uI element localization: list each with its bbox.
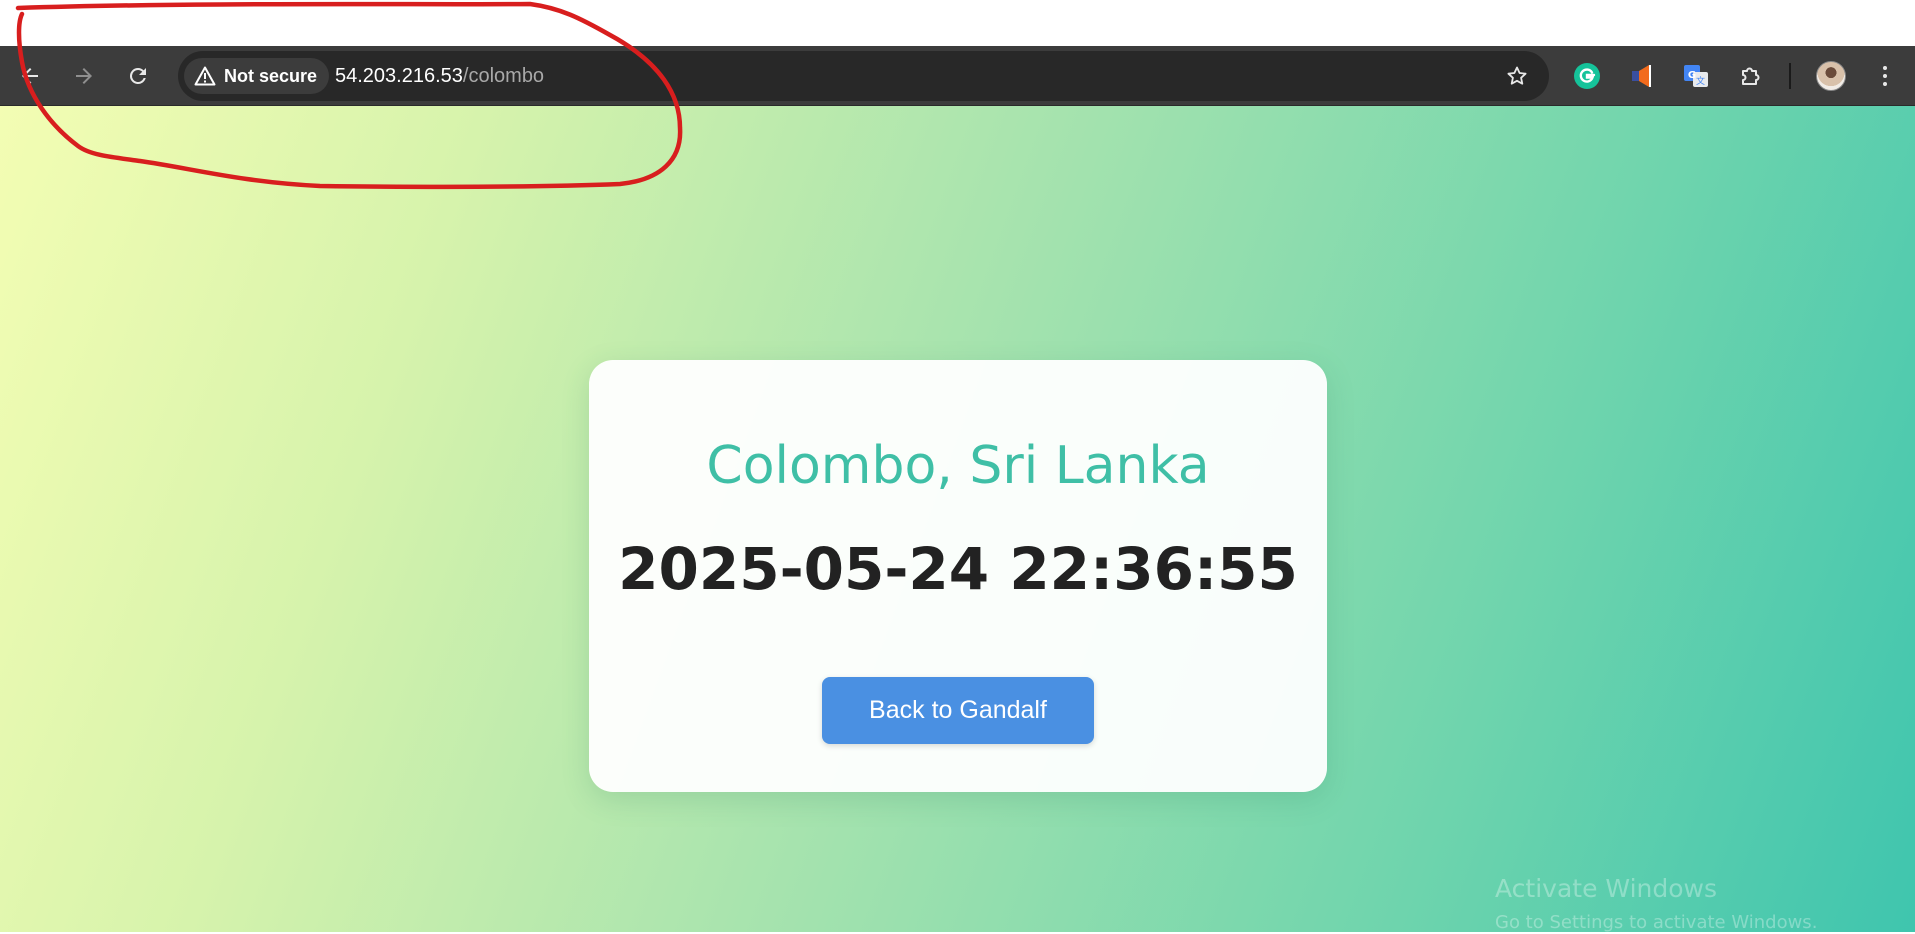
grammarly-extension-icon — [1574, 63, 1600, 89]
puzzle-icon — [1742, 67, 1760, 85]
extensions-button[interactable] — [1734, 59, 1768, 93]
address-bar[interactable]: Not secure 54.203.216.53/colombo — [178, 51, 1549, 101]
watermark-subtitle: Go to Settings to activate Windows. — [1495, 912, 1818, 933]
url-host: 54.203.216.53 — [335, 64, 463, 87]
reload-button[interactable] — [120, 58, 156, 94]
bookmark-button[interactable] — [1503, 62, 1531, 90]
toolbar-separator — [1789, 63, 1791, 89]
svg-text:文: 文 — [1696, 75, 1705, 87]
avatar[interactable] — [1816, 61, 1846, 91]
translate-extension-button[interactable]: G文 — [1679, 59, 1713, 93]
google-translate-extension-icon: G文 — [1684, 65, 1708, 87]
star-icon — [1507, 66, 1527, 85]
grammarly-extension-button[interactable] — [1570, 59, 1604, 93]
city-title: Colombo, Sri Lanka — [706, 436, 1210, 496]
back-button[interactable] — [12, 58, 48, 94]
watermark-title: Activate Windows — [1495, 874, 1717, 903]
time-card: Colombo, Sri Lanka 2025-05-24 22:36:55 B… — [589, 360, 1327, 792]
reload-icon — [129, 67, 146, 84]
page-content: Colombo, Sri Lanka 2025-05-24 22:36:55 B… — [0, 106, 1915, 934]
browser-toolbar: Not secure 54.203.216.53/colombo G文 — [0, 46, 1915, 106]
arrow-right-icon — [76, 68, 92, 84]
url-path: /colombo — [462, 64, 545, 87]
kebab-menu-icon[interactable] — [1870, 60, 1900, 92]
warning-triangle-icon — [194, 65, 216, 87]
window-top-strip — [0, 0, 1915, 46]
svg-text:G: G — [1688, 70, 1696, 81]
windows-activation-watermark: Activate Windows Go to Settings to activ… — [1495, 874, 1817, 934]
security-indicator[interactable]: Not secure — [184, 58, 330, 94]
current-datetime: 2025-05-24 22:36:55 — [618, 535, 1298, 603]
orange-extension-icon — [1632, 65, 1651, 87]
security-label: Not secure — [224, 65, 318, 86]
url-text[interactable]: 54.203.216.53/colombo — [335, 51, 544, 101]
arrow-left-icon — [22, 68, 38, 84]
back-to-gandalf-button[interactable]: Back to Gandalf — [822, 677, 1094, 744]
orange-extension-button[interactable] — [1625, 59, 1659, 93]
forward-button[interactable] — [66, 58, 102, 94]
